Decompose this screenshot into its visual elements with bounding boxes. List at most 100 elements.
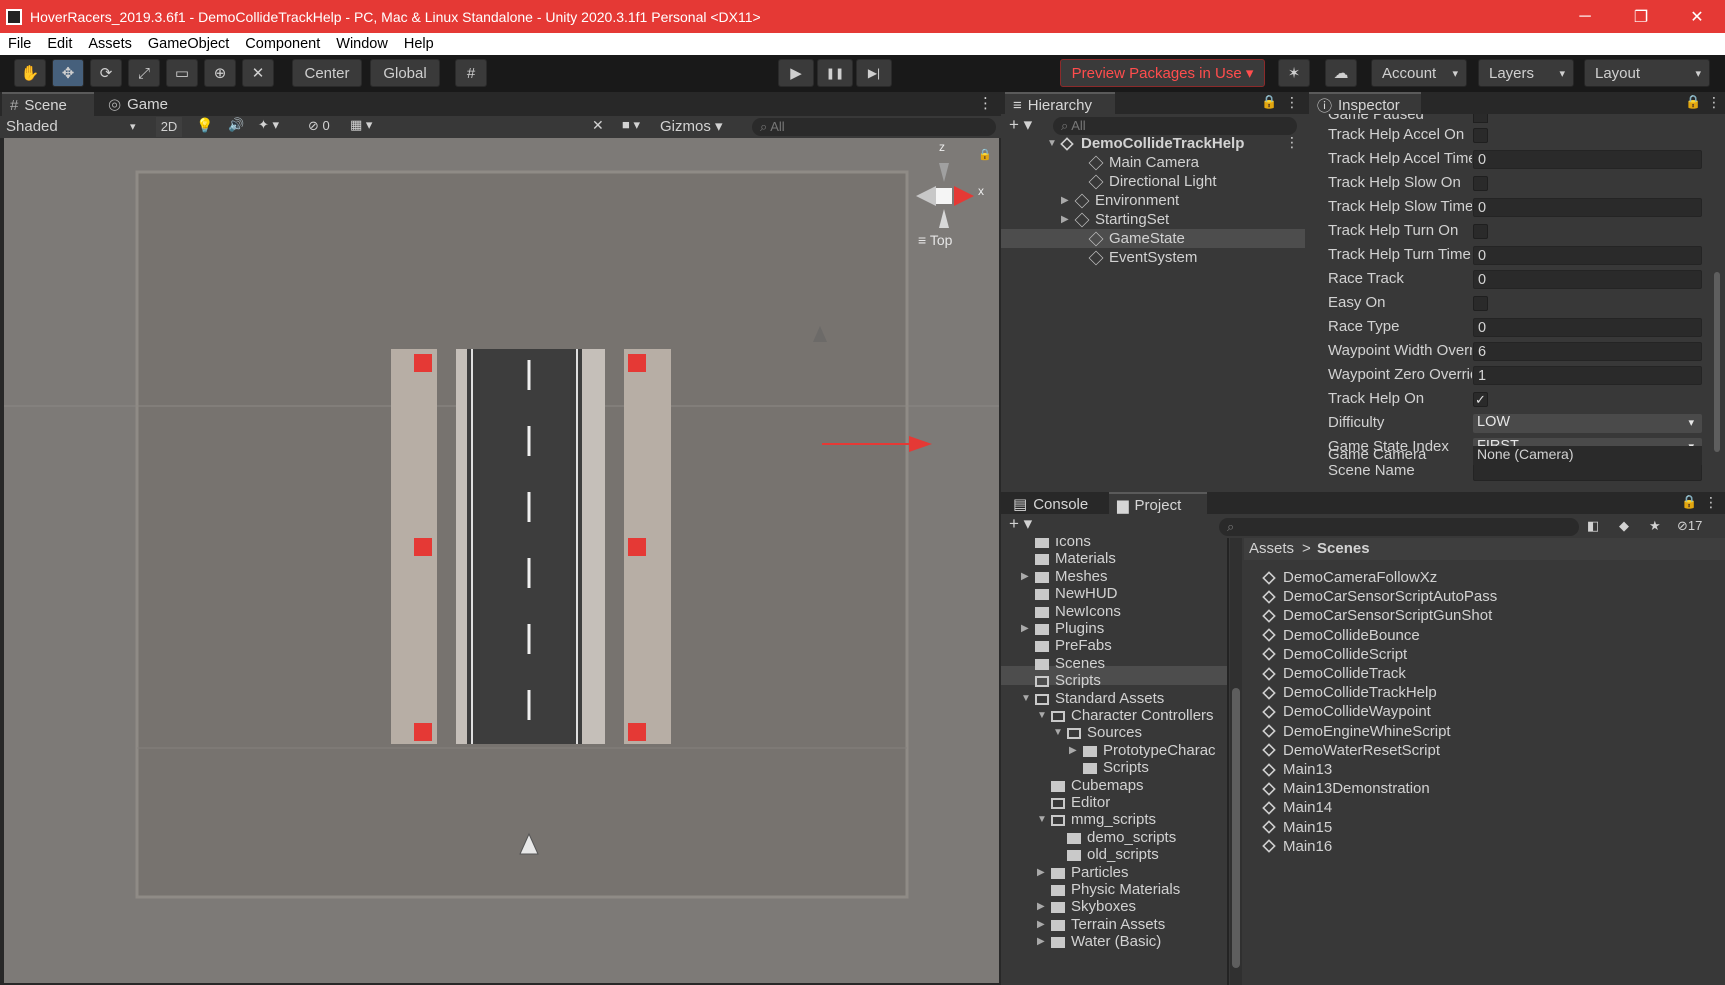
scene-menu-icon[interactable]: ⋮ xyxy=(978,94,993,112)
inspector-field[interactable]: 6 xyxy=(1473,342,1702,361)
menu-file[interactable]: File xyxy=(0,36,39,52)
folder-tree-item[interactable]: ▶ PrototypeCharac xyxy=(1069,741,1216,760)
tab-scene[interactable]: # Scene xyxy=(2,92,94,116)
inspector-checkbox[interactable] xyxy=(1473,296,1488,311)
audio-toggle-icon[interactable]: 🔊 xyxy=(228,117,244,133)
folder-tree-item[interactable]: Cubemaps xyxy=(1037,776,1144,795)
folder-tree-item[interactable]: ▼ Standard Assets xyxy=(1021,689,1164,708)
folder-tree-item[interactable]: Materials xyxy=(1021,549,1116,568)
gizmos-dropdown[interactable]: Gizmos ▾ xyxy=(660,117,723,135)
tab-game[interactable]: ◎ Game xyxy=(100,92,180,116)
inspector-field[interactable]: 0 xyxy=(1473,270,1702,289)
project-search-input[interactable]: ⌕ xyxy=(1219,518,1579,536)
hidden-objects-icon[interactable]: ⊘ 0 xyxy=(308,118,330,134)
scene-asset-item[interactable]: DemoCollideWaypoint xyxy=(1262,702,1431,721)
folder-tree-item[interactable]: ▶ Terrain Assets xyxy=(1037,915,1165,934)
close-button[interactable]: ✕ xyxy=(1669,7,1725,27)
scene-asset-item[interactable]: Main13Demonstration xyxy=(1262,779,1430,798)
chevron-right-icon[interactable]: ▶ xyxy=(1037,919,1051,930)
tab-inspector[interactable]: ⓘ Inspector xyxy=(1309,92,1421,116)
inspector-scrollbar[interactable] xyxy=(1714,272,1720,452)
cloud-icon[interactable]: ☁ xyxy=(1325,59,1357,87)
chevron-right-icon[interactable]: ▶ xyxy=(1037,867,1051,878)
add-object-button[interactable]: + ▾ xyxy=(1009,115,1032,135)
scene-viewport[interactable]: z x 🔒 ≡ Top xyxy=(4,138,999,983)
menu-help[interactable]: Help xyxy=(396,36,442,52)
folder-tree-item[interactable]: ▶ Plugins xyxy=(1021,619,1104,638)
scene-asset-item[interactable]: DemoCarSensorScriptGunShot xyxy=(1262,606,1492,625)
chevron-down-icon[interactable]: ▼ xyxy=(1037,814,1051,825)
chevron-right-icon[interactable]: ▶ xyxy=(1061,195,1075,206)
hidden-packages-icon[interactable]: ⊘17 xyxy=(1677,518,1702,534)
create-asset-button[interactable]: + ▾ xyxy=(1009,514,1032,534)
folder-tree-item[interactable]: Physic Materials xyxy=(1037,880,1180,899)
maximize-button[interactable]: ❐ xyxy=(1613,7,1669,27)
hierarchy-menu-icon[interactable]: ⋮ xyxy=(1285,94,1299,111)
inspector-field[interactable]: 0 xyxy=(1473,198,1702,217)
folder-tree-item[interactable]: ▶ Particles xyxy=(1037,863,1129,882)
inspector-field[interactable]: 1 xyxy=(1473,366,1702,385)
folder-tree-item[interactable]: Scripts xyxy=(1069,758,1149,777)
pivot-center-button[interactable]: Center xyxy=(292,59,362,87)
folder-tree-item[interactable]: ▶ Meshes xyxy=(1021,567,1108,586)
scene-asset-item[interactable]: DemoCameraFollowXz xyxy=(1262,568,1437,587)
inspector-field[interactable]: 0 xyxy=(1473,318,1702,337)
custom-tool-icon[interactable]: ✕ xyxy=(242,59,274,87)
grid-snap-icon[interactable]: # xyxy=(455,59,487,87)
folder-tree-item[interactable]: ▼ mmg_scripts xyxy=(1037,810,1156,829)
scene-asset-item[interactable]: DemoCollideScript xyxy=(1262,645,1407,664)
tab-project[interactable]: ▆ Project xyxy=(1109,492,1207,516)
chevron-right-icon[interactable]: ▶ xyxy=(1069,745,1083,756)
filter-label-icon[interactable]: ◆ xyxy=(1619,518,1629,534)
tab-hierarchy[interactable]: ≡ Hierarchy xyxy=(1005,92,1115,116)
menu-assets[interactable]: Assets xyxy=(80,36,140,52)
hierarchy-item-startingset[interactable]: ▶ StartingSet xyxy=(1061,210,1169,229)
chevron-right-icon[interactable]: ▶ xyxy=(1021,623,1035,634)
filter-type-icon[interactable]: ◧ xyxy=(1587,518,1599,534)
inspector-field[interactable]: 0 xyxy=(1473,150,1702,169)
menu-component[interactable]: Component xyxy=(237,36,328,52)
shading-mode-dropdown[interactable]: Shaded ▾ xyxy=(6,118,146,135)
chevron-right-icon[interactable]: ▶ xyxy=(1037,936,1051,947)
hierarchy-search-input[interactable]: ⌕ All xyxy=(1053,117,1297,135)
inspector-field[interactable]: 0 xyxy=(1473,246,1702,265)
tree-scrollbar-thumb[interactable] xyxy=(1232,688,1240,968)
tools-icon[interactable]: ✕ xyxy=(592,117,604,134)
global-space-button[interactable]: Global xyxy=(370,59,440,87)
inspector-dropdown[interactable]: LOW ▾ xyxy=(1473,414,1702,433)
hierarchy-item-directional-light[interactable]: Directional Light xyxy=(1075,172,1217,191)
game-camera-field[interactable]: None (Camera) xyxy=(1473,446,1702,465)
lighting-toggle-icon[interactable]: 💡 xyxy=(196,117,213,134)
tree-scrollbar[interactable] xyxy=(1230,538,1242,985)
folder-tree-item[interactable]: NewIcons xyxy=(1021,602,1121,621)
lock-icon[interactable]: 🔒 xyxy=(1261,94,1277,110)
chevron-down-icon[interactable]: ▼ xyxy=(1053,727,1067,738)
menu-edit[interactable]: Edit xyxy=(39,36,80,52)
scene-search-input[interactable]: ⌕ All xyxy=(752,118,996,136)
chevron-down-icon[interactable]: ▼ xyxy=(1021,693,1035,704)
hierarchy-item-environment[interactable]: ▶ Environment xyxy=(1061,191,1179,210)
step-button[interactable]: ▶| xyxy=(856,59,892,87)
inspector-checkbox[interactable] xyxy=(1473,128,1488,143)
inspector-checkbox[interactable] xyxy=(1473,114,1488,123)
folder-tree-item[interactable]: ▶ Skyboxes xyxy=(1037,897,1136,916)
scene-menu-icon[interactable]: ⋮ xyxy=(1285,134,1299,151)
inspector-checkbox[interactable] xyxy=(1473,176,1488,191)
chevron-right-icon[interactable]: ▶ xyxy=(1037,901,1051,912)
2d-toggle[interactable]: 2D xyxy=(156,117,182,137)
inspector-checkbox[interactable]: ✓ xyxy=(1473,392,1488,407)
rotate-tool-icon[interactable]: ⟳ xyxy=(90,59,122,87)
folder-tree-item[interactable]: demo_scripts xyxy=(1053,828,1176,847)
layout-dropdown[interactable]: Layout ▾ xyxy=(1584,59,1710,87)
inspector-menu-icon[interactable]: ⋮ xyxy=(1707,94,1721,111)
chevron-down-icon[interactable]: ▼ xyxy=(1037,710,1051,721)
inspector-checkbox[interactable] xyxy=(1473,224,1488,239)
scene-asset-item[interactable]: DemoCollideBounce xyxy=(1262,626,1420,645)
minimize-button[interactable]: ─ xyxy=(1557,8,1613,26)
lock-icon[interactable]: 🔒 xyxy=(1681,494,1697,510)
scene-asset-item[interactable]: Main15 xyxy=(1262,818,1332,837)
view-label[interactable]: ≡ Top xyxy=(918,232,952,248)
breadcrumb-scenes[interactable]: Scenes xyxy=(1317,540,1370,557)
preview-packages-button[interactable]: Preview Packages in Use ▾ xyxy=(1060,59,1265,87)
tab-console[interactable]: ▤ Console xyxy=(1005,492,1101,516)
